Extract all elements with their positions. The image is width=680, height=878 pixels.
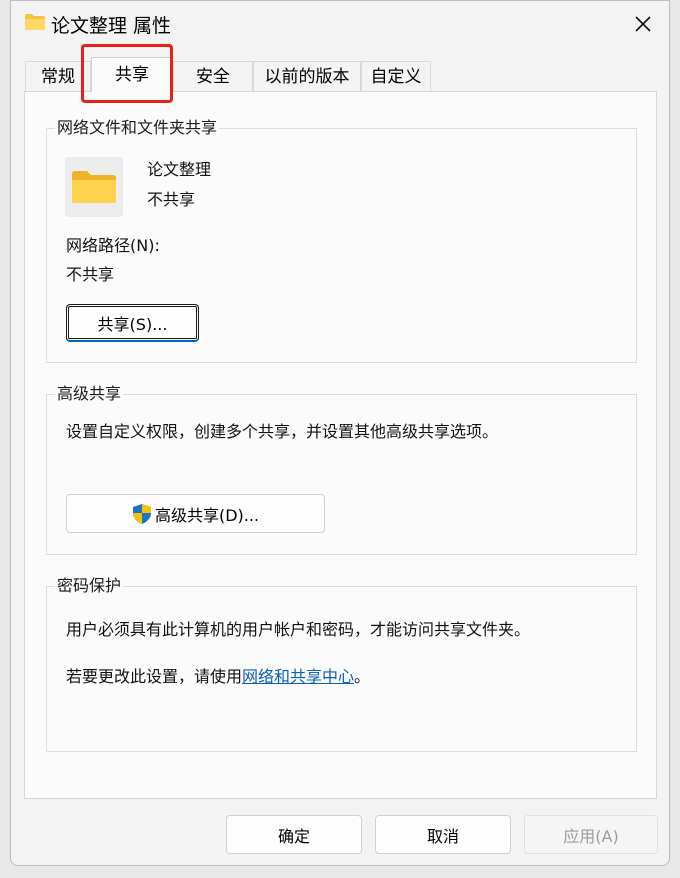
advanced-share-button[interactable]: 高级共享(D)... — [66, 494, 325, 533]
folder-icon — [25, 14, 45, 34]
password-description: 用户必须具有此计算机的用户帐户和密码，才能访问共享文件夹。 — [66, 620, 531, 639]
title-bar: 论文整理 属性 — [11, 1, 669, 45]
advanced-share-description: 设置自定义权限，创建多个共享，并设置其他高级共享选项。 — [66, 422, 499, 441]
network-path-value: 不共享 — [66, 265, 115, 284]
advanced-share-group: 高级共享 设置自定义权限，创建多个共享，并设置其他高级共享选项。 高级共享(D)… — [46, 383, 637, 555]
uac-shield-icon — [132, 503, 151, 524]
cancel-button[interactable]: 取消 — [375, 815, 511, 854]
ok-button[interactable]: 确定 — [226, 815, 362, 854]
share-button[interactable]: 共享(S)... — [66, 304, 199, 342]
close-button[interactable] — [629, 11, 657, 37]
tab-previous-versions[interactable]: 以前的版本 — [253, 61, 361, 91]
group-label: 密码保护 — [55, 575, 124, 597]
password-change-hint: 若要更改此设置，请使用网络和共享中心。 — [66, 666, 370, 688]
group-label: 网络文件和文件夹共享 — [55, 117, 220, 139]
network-share-group: 网络文件和文件夹共享 论文整理 不共享 网络路径(N): 不共享 共享(S)..… — [46, 117, 637, 363]
folder-thumbnail — [65, 157, 123, 217]
tab-general[interactable]: 常规 — [25, 61, 91, 91]
close-icon — [635, 16, 651, 32]
hint-prefix: 若要更改此设置，请使用 — [66, 667, 243, 686]
tab-sharing[interactable]: 共享 — [91, 57, 173, 92]
properties-window: 论文整理 属性 常规 共享 安全 以前的版本 自定义 网络文件和文件夹共享 论文… — [10, 0, 670, 866]
window-title: 论文整理 属性 — [51, 15, 172, 37]
network-path-label: 网络路径(N): — [66, 236, 160, 255]
share-status: 不共享 — [147, 190, 196, 209]
password-protection-group: 密码保护 用户必须具有此计算机的用户帐户和密码，才能访问共享文件夹。 若要更改此… — [46, 575, 637, 752]
group-label: 高级共享 — [55, 383, 124, 405]
advanced-share-button-label: 高级共享(D)... — [154, 505, 260, 525]
tab-customize[interactable]: 自定义 — [361, 61, 431, 91]
sharing-panel: 网络文件和文件夹共享 论文整理 不共享 网络路径(N): 不共享 共享(S)..… — [24, 91, 657, 799]
apply-button[interactable]: 应用(A) — [524, 815, 658, 854]
tab-security[interactable]: 安全 — [173, 61, 253, 91]
network-sharing-center-link[interactable]: 网络和共享中心 — [242, 667, 354, 686]
folder-name: 论文整理 — [147, 160, 212, 179]
hint-suffix: 。 — [354, 667, 371, 686]
folder-large-icon — [72, 171, 116, 203]
